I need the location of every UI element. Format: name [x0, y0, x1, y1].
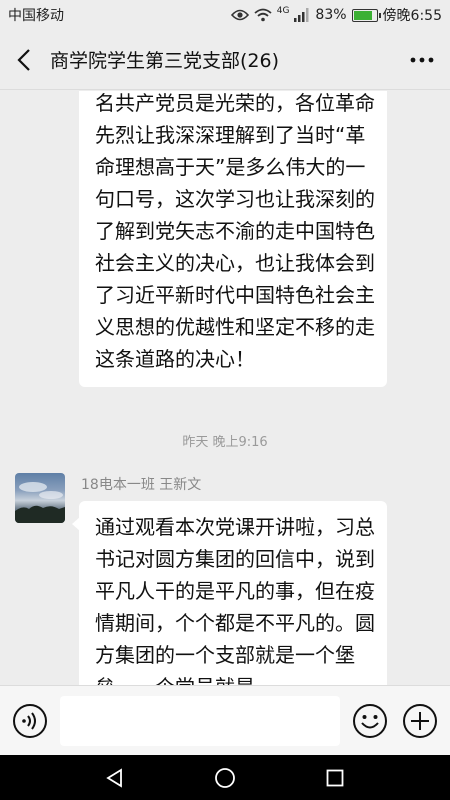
chat-title: 商学院学生第三党支部(26) [50, 50, 280, 72]
battery-percent: 83% [315, 7, 347, 23]
battery-level [353, 10, 372, 20]
signal-icon [294, 8, 310, 22]
network-type: 4G [276, 5, 290, 16]
plus-button[interactable] [402, 703, 438, 739]
more-dots-icon [410, 57, 434, 62]
battery-icon [351, 8, 381, 22]
back-button[interactable] [0, 30, 48, 90]
message-timestamp: 昨天 晚上9:16 [182, 435, 268, 450]
sender-name: 18电本一班 王新文 [81, 477, 202, 493]
message-bubble[interactable]: 通过观看本次党课开讲啦，习总书记对圆方集团的回信中，说到平凡人干的是平凡的事，但… [72, 501, 387, 685]
back-arrow-icon [17, 48, 30, 71]
more-button[interactable] [394, 30, 450, 90]
message-input[interactable] [60, 696, 340, 746]
voice-button[interactable] [12, 703, 48, 739]
avatar[interactable] [15, 473, 65, 523]
clock: 傍晚6:55 [382, 8, 442, 24]
eye-icon [230, 9, 249, 21]
voice-icon [13, 704, 47, 738]
nav-home-button[interactable] [203, 756, 247, 800]
wifi-icon [254, 8, 272, 22]
emoji-button[interactable] [352, 703, 388, 739]
system-nav-bar [0, 755, 450, 800]
status-icons: 4G 83% 傍晚6:55 [230, 5, 442, 25]
square-recents-icon [326, 769, 344, 786]
input-bar [0, 685, 450, 755]
message-bubble[interactable]: 名共产党员是光荣的，各位革命先烈让我深深理解到了当时“革命理想高于天”是多么伟大… [79, 91, 387, 387]
plus-icon [403, 704, 437, 738]
circle-home-icon [215, 767, 235, 788]
nav-recents-button[interactable] [313, 756, 357, 800]
emoji-icon [353, 704, 387, 738]
status-bar: 中国移动 4G 83% 傍晚6:55 [0, 0, 450, 30]
triangle-back-icon [106, 767, 122, 788]
avatar-image [15, 482, 65, 523]
chat-area[interactable]: 名共产党员是光荣的，各位革命先烈让我深深理解到了当时“革命理想高于天”是多么伟大… [0, 91, 450, 685]
chat-header: 商学院学生第三党支部(26) [0, 30, 450, 90]
carrier-name: 中国移动 [8, 8, 64, 24]
nav-back-button[interactable] [93, 756, 137, 800]
